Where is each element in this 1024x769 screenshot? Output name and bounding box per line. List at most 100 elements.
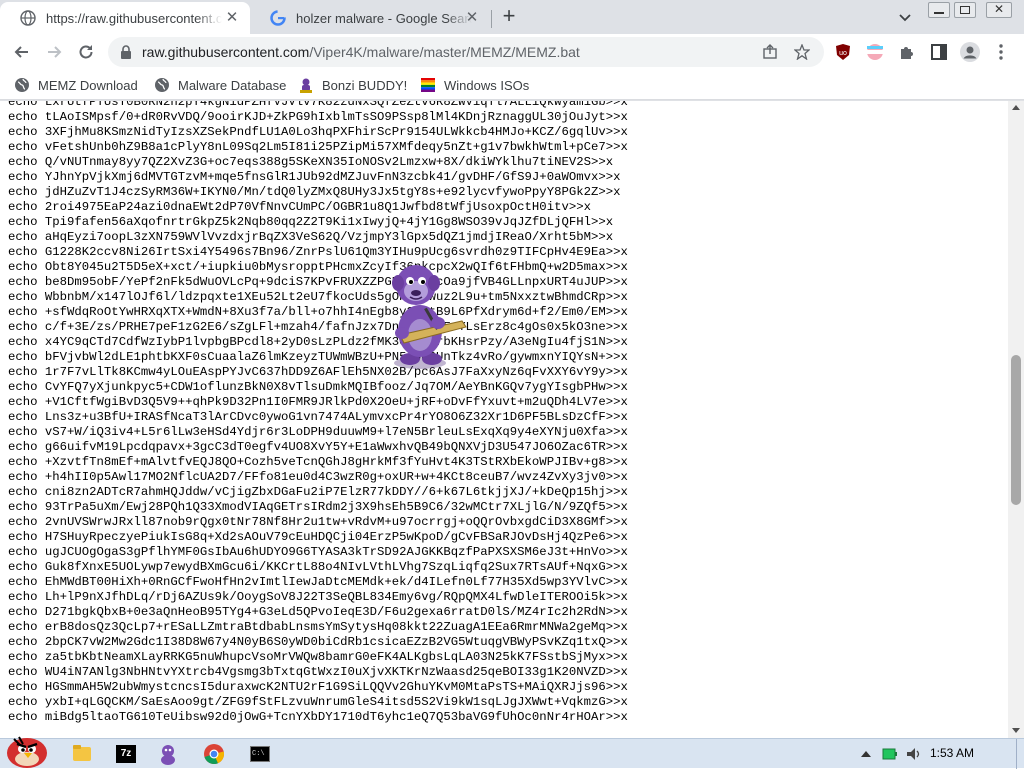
globe-icon bbox=[155, 78, 169, 92]
profile-avatar-icon[interactable] bbox=[960, 42, 980, 62]
url-path: /Viper4K/malware/master/MEMZ/MEMZ.bat bbox=[309, 44, 580, 60]
windows-flag-icon bbox=[421, 78, 435, 92]
close-tab-icon[interactable]: ✕ bbox=[224, 10, 240, 26]
code-line: echo vS7+W/iQ3iv4+L5r6lLw3eHSd4Ydjr6r3Lo… bbox=[8, 425, 628, 439]
code-line: echo LxrUtfPTUsT0B0RN2n2pY4kgNidPZHfVJVl… bbox=[8, 101, 628, 109]
bookmark-label: MEMZ Download bbox=[38, 77, 138, 93]
code-line: echo yxbI+qLGQCKM/SaEsAoo9gt/ZFG9fStFLzv… bbox=[8, 695, 628, 709]
bookmark-bonzi-buddy[interactable]: Bonzi BUDDY! bbox=[298, 76, 407, 94]
code-line: echo c/f+3E/zs/PRHE7peF1zG2E6/sZgLFl+mza… bbox=[8, 320, 628, 334]
code-line: echo Guk8fXnxE5UOLywp7ewydBXmGcu6i/KKCrt… bbox=[8, 560, 628, 574]
bookmark-label: Bonzi BUDDY! bbox=[322, 77, 408, 93]
bonzi-buddy-icon[interactable] bbox=[380, 251, 470, 371]
taskbar-app-bonzi-icon[interactable] bbox=[150, 741, 186, 767]
bookmark-label: Malware Database bbox=[178, 77, 287, 93]
code-line: echo vFetshUnb0hZ9B8a1cPlyY8nL09Sq2Lm5I8… bbox=[8, 140, 628, 154]
code-line: echo 2vnUVSWrwJRxll87nob9rQgx0tNr78Nf8Hr… bbox=[8, 515, 628, 529]
code-line: echo 1r7F7vLlTk8KCmw4yLOuEAspPYJvC637hDD… bbox=[8, 365, 628, 379]
close-window-button[interactable]: ✕ bbox=[986, 2, 1012, 18]
code-line: echo HGSmmAH5W2ubWmystcncsI5duraxwcK2NTU… bbox=[8, 680, 628, 694]
restore-button[interactable] bbox=[954, 2, 976, 18]
start-button-angry-bird-icon[interactable] bbox=[2, 731, 52, 769]
code-line: echo H7SHuyRpeczyePiukIsG8q+Xd2sAOuV79cE… bbox=[8, 530, 628, 544]
tab-active[interactable]: https://raw.githubusercontent.com/Viper4… bbox=[0, 2, 250, 34]
side-panel-icon[interactable] bbox=[930, 43, 948, 61]
scroll-thumb[interactable] bbox=[1011, 355, 1021, 505]
code-line: echo +h4hII0p5Awl17MO2NflcUA2D7/FFfo81eu… bbox=[8, 470, 628, 484]
forward-arrow-icon bbox=[48, 46, 62, 58]
lock-icon[interactable] bbox=[120, 45, 132, 59]
globe-icon bbox=[15, 78, 29, 92]
code-line: echo +XzvtfTn8mEf+mAlvtfvEQJ8QO+Cozh5veT… bbox=[8, 455, 628, 469]
taskbar-app-7zip[interactable]: 7z bbox=[108, 741, 144, 767]
show-desktop-button[interactable] bbox=[1016, 739, 1024, 769]
forward-button[interactable] bbox=[42, 40, 66, 64]
code-line: echo Lns3z+u3BfU+IRASfNcaT3lArCDvc0ywoG1… bbox=[8, 410, 628, 424]
volume-icon[interactable] bbox=[906, 747, 922, 761]
scroll-up-icon[interactable] bbox=[1012, 105, 1020, 110]
code-line: echo ugJCUOgOgaS3gPflhYMF0GsIbAu6hUDYO9G… bbox=[8, 545, 628, 559]
address-bar[interactable]: raw.githubusercontent.com/Viper4K/malwar… bbox=[108, 37, 824, 67]
tab-title: https://raw.githubusercontent.com/Viper4… bbox=[46, 10, 222, 26]
extension-pride-icon[interactable] bbox=[866, 43, 884, 61]
taskbar: 7z C:\ 1:53 AM bbox=[0, 736, 1024, 769]
code-line: echo Obt8Y045u2T5D5eX+xct/+iupkiu0bMysro… bbox=[8, 260, 628, 274]
bookmark-star-icon[interactable] bbox=[794, 44, 810, 60]
code-line: echo Q/vNUTnmay8yy7QZ2XvZ3G+oc7eqs388g5S… bbox=[8, 155, 614, 169]
tray-expand-icon[interactable] bbox=[860, 749, 872, 759]
minimize-button[interactable] bbox=[928, 2, 950, 18]
code-line: echo +V1CftfWgiBvD3Q5V9++qhPk9D32Pn1I0FM… bbox=[8, 395, 628, 409]
tab-search[interactable]: holzer malware - Google Search ✕ bbox=[250, 2, 490, 34]
bookmark-malware-database[interactable]: Malware Database bbox=[154, 76, 286, 94]
code-line: echo aHqEyzi7oopL3zXN759WVlVvzdxjrBqZX3V… bbox=[8, 230, 614, 244]
close-tab-icon[interactable]: ✕ bbox=[464, 10, 480, 26]
code-line: echo Tpi9fafen56aXqofnrtrGkpZ5k2Nqb80qq2… bbox=[8, 215, 614, 229]
bookmark-memz-download[interactable]: MEMZ Download bbox=[14, 76, 138, 94]
7zip-icon: 7z bbox=[116, 745, 136, 763]
taskbar-app-chrome-icon[interactable] bbox=[196, 741, 232, 767]
reload-icon bbox=[79, 45, 93, 59]
code-line: echo G1228K2ccv8Ni26IrtSxi4Y5496s7Bn96/Z… bbox=[8, 245, 628, 259]
ublock-icon[interactable]: uo bbox=[834, 43, 852, 61]
google-icon bbox=[270, 10, 286, 26]
code-line: echo cni8zn2ADTcR7ahmHQJddw/vCjigZbxDGaF… bbox=[8, 485, 628, 499]
code-line: echo +sfWdqRoOtYwHRXqXTX+WmdN+8Xu3f7a/bl… bbox=[8, 305, 628, 319]
menu-kebab-icon[interactable] bbox=[993, 43, 1009, 61]
browser-window: https://raw.githubusercontent.com/Viper4… bbox=[0, 0, 1024, 738]
code-line: echo YJhnYpVjkXmj6dMVTGTzvM+mqe5fnsGlR1J… bbox=[8, 170, 621, 184]
chevron-down-icon[interactable] bbox=[896, 8, 914, 26]
url-host: raw.githubusercontent.com bbox=[142, 44, 310, 60]
bookmark-label: Windows ISOs bbox=[444, 77, 530, 93]
globe-icon bbox=[20, 10, 36, 26]
tab-divider bbox=[491, 10, 492, 28]
code-line: echo miBdg5ltaoTG610TeUibsw92d0jOwG+TcnY… bbox=[8, 710, 628, 724]
taskbar-app-cmd[interactable]: C:\ bbox=[242, 741, 278, 767]
vertical-scrollbar[interactable] bbox=[1008, 101, 1024, 738]
new-tab-button[interactable]: + bbox=[498, 5, 520, 28]
reload-button[interactable] bbox=[74, 40, 98, 64]
url-text[interactable]: raw.githubusercontent.com/Viper4K/malwar… bbox=[142, 44, 580, 60]
code-line: echo bFVjvbWl2dLE1phtbKXF0sCuaalaZ6lmKze… bbox=[8, 350, 628, 364]
back-button[interactable] bbox=[10, 40, 34, 64]
code-line: echo EhMWdBT00HiXh+0RnGCfFwoHfHn2vImtlIe… bbox=[8, 575, 628, 589]
extensions-puzzle-icon[interactable] bbox=[898, 43, 916, 61]
taskbar-clock[interactable]: 1:53 AM bbox=[930, 746, 974, 760]
share-icon[interactable] bbox=[762, 44, 778, 60]
page-content: echo LxrUtfPTUsT0B0RN2n2pY4kgNidPZHfVJVl… bbox=[0, 101, 1008, 738]
explorer-folder-icon[interactable] bbox=[64, 741, 100, 767]
tab-title: holzer malware - Google Search bbox=[296, 10, 472, 26]
battery-icon[interactable] bbox=[882, 747, 898, 761]
code-line: echo 2roi4975EaP24azi0dnaEWt2dP70VfNnvCU… bbox=[8, 200, 591, 214]
toolbar: raw.githubusercontent.com/Viper4K/malwar… bbox=[0, 34, 1024, 70]
code-line: echo D271bgkQbxB+0e3aQnHeoB95TYg4+G3eLd5… bbox=[8, 605, 628, 619]
svg-text:uo: uo bbox=[839, 50, 847, 57]
code-line: echo x4YC9qCTd7CdfWzIybP1lvpbgBPcdl8+2yD… bbox=[8, 335, 628, 349]
code-line: echo WbbnbM/x147lOJf6l/ldzpqxte1XEu52Lt2… bbox=[8, 290, 628, 304]
code-line: echo g66uifvM19Lpcdqpavx+3gcC3dT0egfv4UO… bbox=[8, 440, 628, 454]
code-line: echo be8Dm95obF/YePf2nFk5dWuOVLcPq+9dciS… bbox=[8, 275, 628, 289]
code-line: echo WU4iN7ANlg3NbHNtvYXtrcb4Vgsmg3bTxtq… bbox=[8, 665, 628, 679]
bookmark-windows-isos[interactable]: Windows ISOs bbox=[420, 76, 529, 94]
code-listing: echo LxrUtfPTUsT0B0RN2n2pY4kgNidPZHfVJVl… bbox=[8, 101, 628, 725]
scroll-down-icon[interactable] bbox=[1012, 728, 1020, 733]
code-line: echo erB8dosQz3QcLp7+rESaLLZmtraBtdbabLn… bbox=[8, 620, 628, 634]
